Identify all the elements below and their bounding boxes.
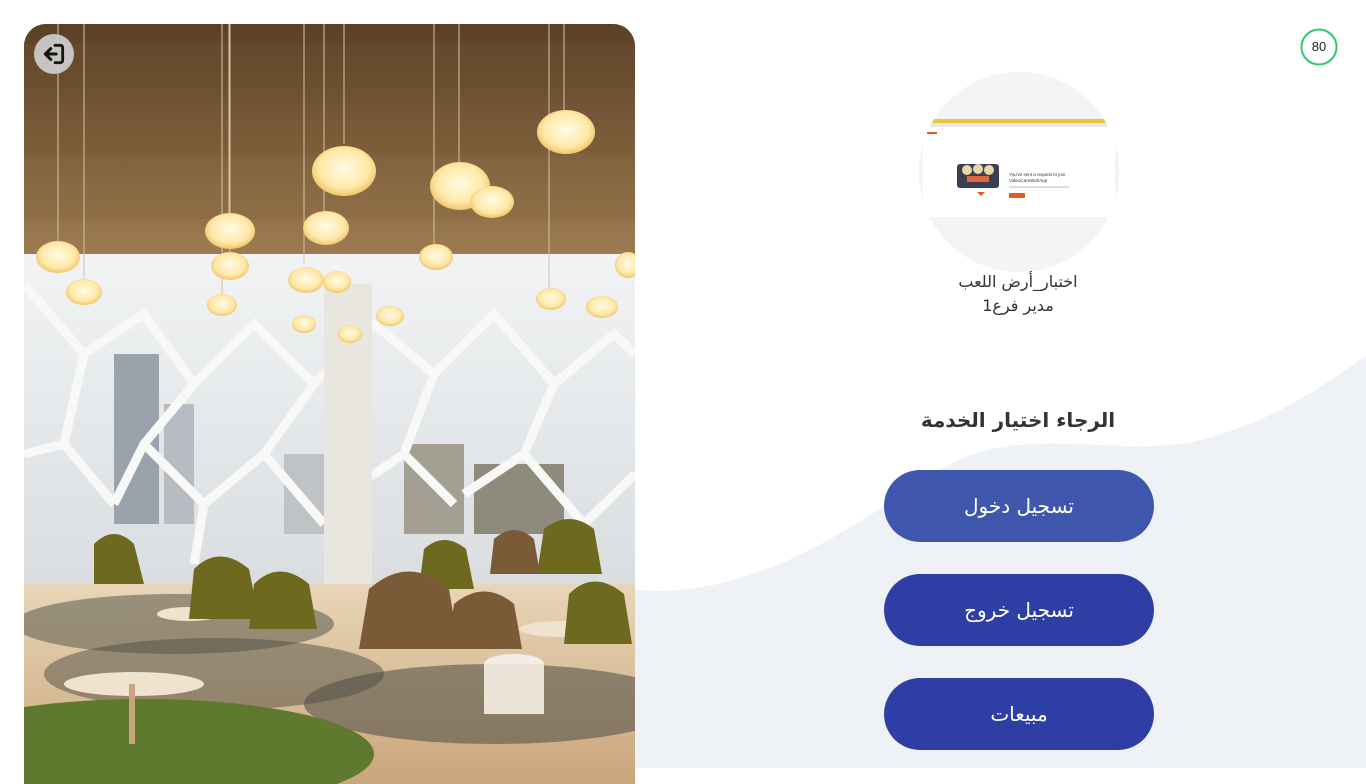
check-out-button[interactable]: تسجيل خروج [884, 574, 1154, 646]
lounge-photo [24, 24, 635, 784]
logout-arrow-icon [43, 43, 65, 65]
avatar: You've sent a request to join VideoCareW… [919, 72, 1119, 272]
check-in-button[interactable]: تسجيل دخول [884, 470, 1154, 542]
profile-role: مدير فرع1 [982, 296, 1054, 315]
avatar-thumbnail: You've sent a request to join VideoCareW… [919, 72, 1119, 272]
timer-value: 80 [1311, 39, 1327, 54]
thumb-title-1: You've sent a request to join [1009, 172, 1066, 177]
sales-button[interactable]: مبيعات [884, 678, 1154, 750]
profile-name: اختبار_أرض اللعب [958, 272, 1078, 291]
logout-button[interactable] [34, 34, 74, 74]
thumb-title-2: VideoCareWebApp [1009, 178, 1048, 183]
countdown-timer: 80 [1300, 28, 1338, 66]
service-prompt: الرجاء اختيار الخدمة [920, 408, 1116, 432]
